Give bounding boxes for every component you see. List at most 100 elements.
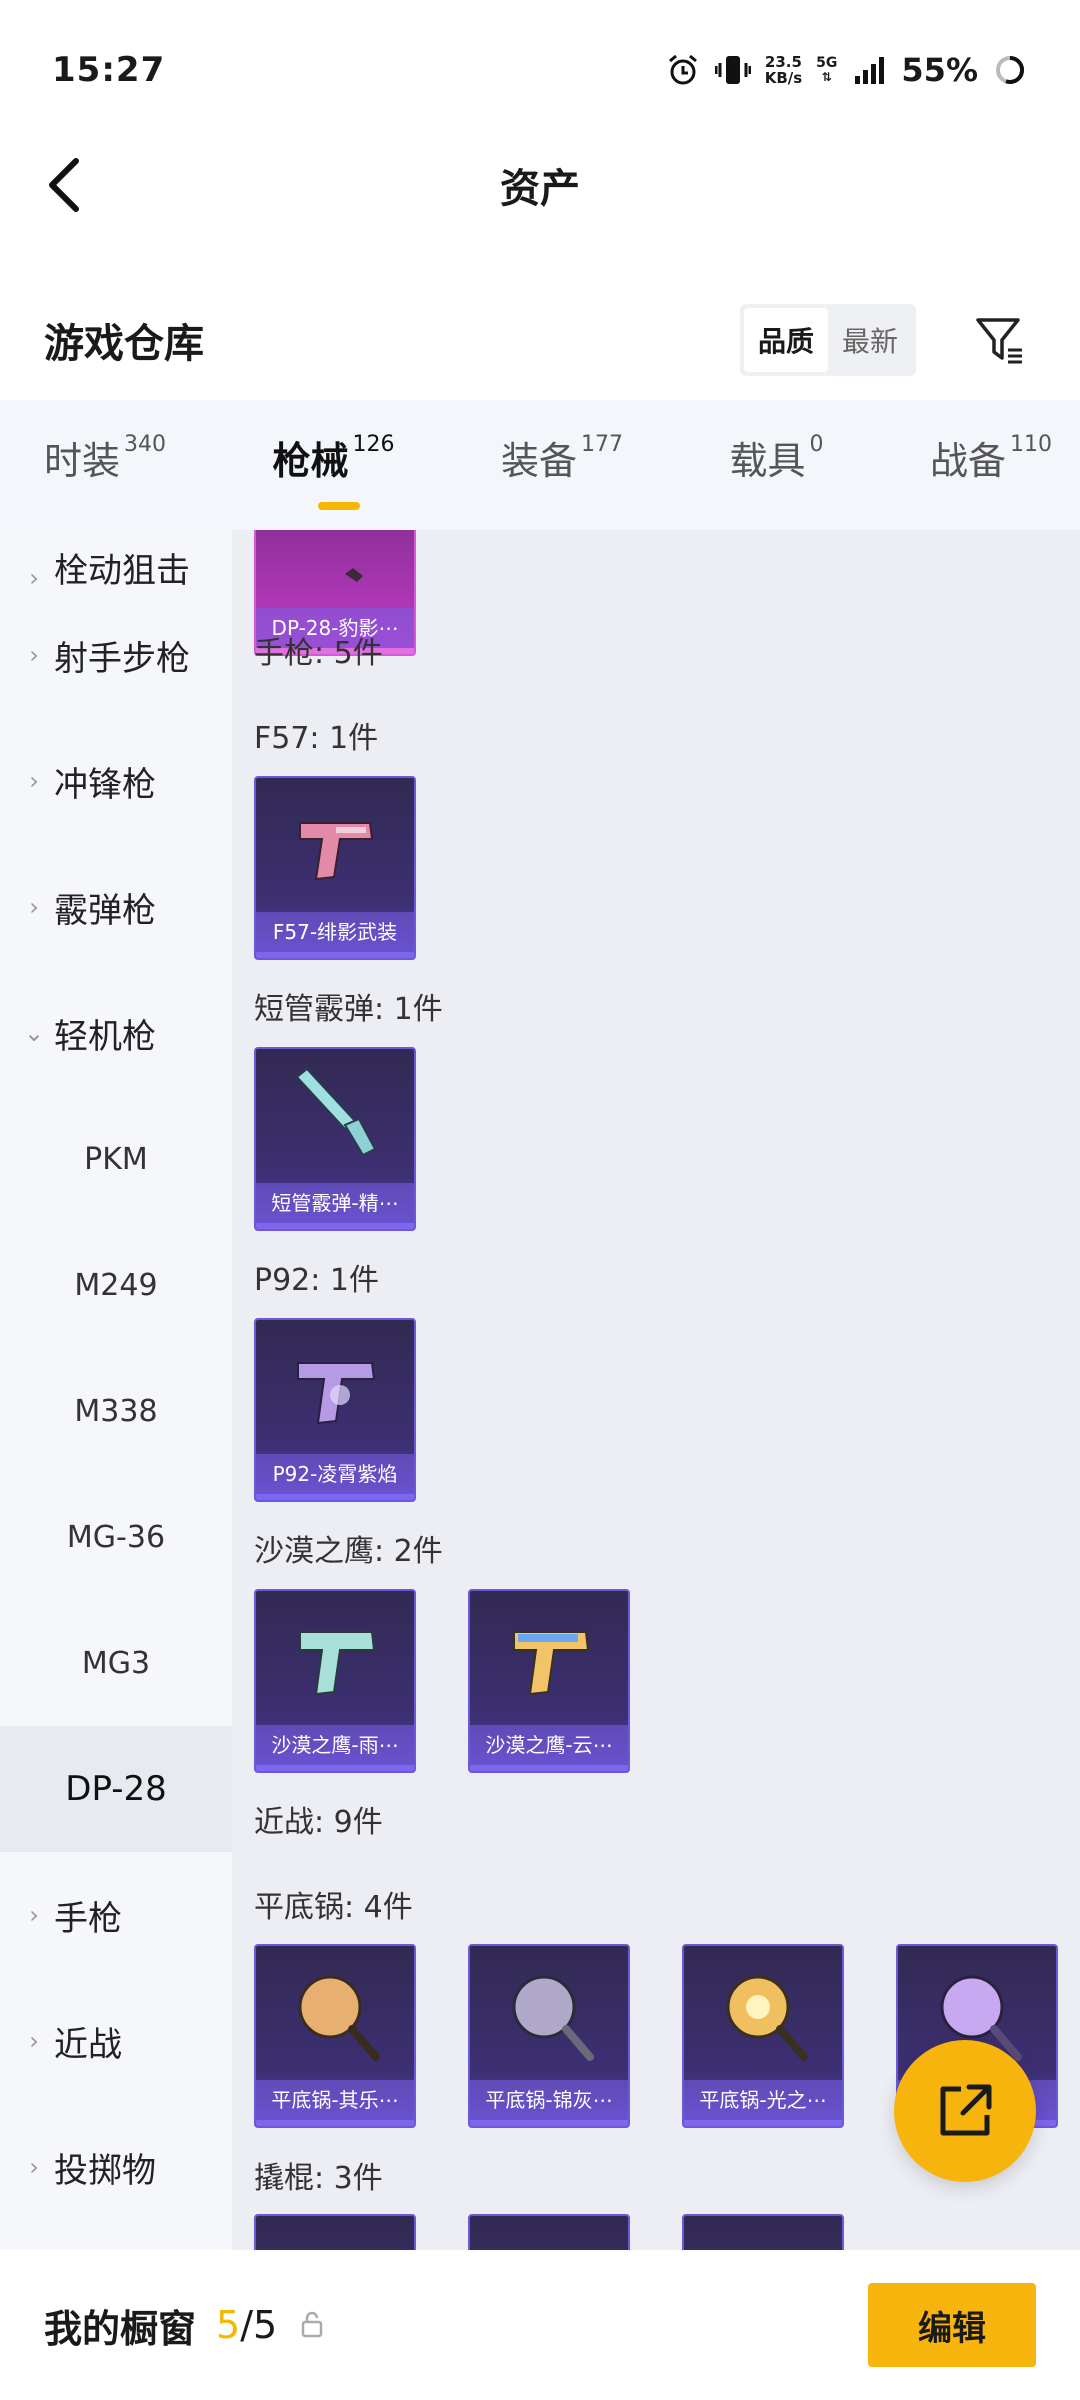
tab-label: 战备 <box>929 439 1006 483</box>
pistol-icon <box>513 1631 590 1696</box>
tab-label: 枪械 <box>272 439 349 483</box>
sort-quality-button[interactable]: 品质 <box>743 308 828 372</box>
sidebar-item-bolt-sniper[interactable]: › 栓动狙击 <box>0 530 232 592</box>
sidebar-sub-m338[interactable]: M338 <box>0 1348 232 1474</box>
active-tab-indicator <box>318 502 361 510</box>
sidebar-item-throwables[interactable]: › 投掷物 <box>0 2104 232 2230</box>
net-speed: 23.5 KB/s <box>765 54 802 86</box>
page-title: 资产 <box>500 166 580 212</box>
tab-supplies[interactable]: 战备 110 <box>930 430 1052 500</box>
showcase-bar: 我的橱窗 5/5 编辑 <box>0 2250 1080 2400</box>
filter-button[interactable] <box>964 304 1036 376</box>
chevron-right-icon: › <box>29 893 39 921</box>
item-card-crowbar-2[interactable] <box>468 2214 630 2250</box>
item-art <box>256 1591 414 1731</box>
item-name: P92-凌霄紫焰 <box>256 1454 414 1494</box>
item-art <box>256 1946 414 2086</box>
rarity-bar <box>256 2120 414 2126</box>
sidebar-sub-dp28[interactable]: DP-28 <box>0 1726 232 1852</box>
back-arrow-icon <box>49 158 79 212</box>
sidebar-sub-mg3[interactable]: MG3 <box>0 1600 232 1726</box>
item-art <box>470 1591 628 1731</box>
item-name: 平底锅-锦灰⋯ <box>470 2080 628 2120</box>
tab-fashion[interactable]: 时装 340 <box>44 430 166 500</box>
net-speed-value: 23.5 <box>764 53 802 71</box>
sidebar-item-shotgun[interactable]: › 霰弹枪 <box>0 844 232 970</box>
item-name: F57-绯影武装 <box>256 912 414 952</box>
pan-icon <box>298 1975 380 2061</box>
lmg-icon <box>345 568 363 582</box>
item-card-short-shotgun[interactable]: 短管霰弹-精⋯ <box>254 1047 416 1231</box>
tab-label: 时装 <box>44 439 121 483</box>
sidebar-item-melee[interactable]: › 近战 <box>0 1978 232 2104</box>
rarity-bar <box>470 1765 628 1771</box>
item-card-deagle-2[interactable]: 沙漠之鹰-云⋯ <box>468 1589 630 1773</box>
item-art <box>470 1946 628 2086</box>
net-speed-unit: KB/s <box>764 69 803 87</box>
edit-button[interactable]: 编辑 <box>868 2283 1036 2367</box>
item-name: 沙漠之鹰-雨⋯ <box>256 1725 414 1765</box>
tab-guns[interactable]: 枪械 126 <box>272 430 395 510</box>
sidebar-item-label: 射手步枪 <box>54 638 190 679</box>
item-card-pan-1[interactable]: 平底锅-其乐⋯ <box>254 1944 416 2128</box>
network-type: 5G ⇅ <box>816 56 837 84</box>
sidebar-sub-mg36[interactable]: MG-36 <box>0 1474 232 1600</box>
tab-vehicles[interactable]: 载具 0 <box>729 430 823 500</box>
signal-icon <box>851 52 887 88</box>
item-card-pan-2[interactable]: 平底锅-锦灰⋯ <box>468 1944 630 2128</box>
sidebar-item-lmg[interactable]: ⌄ 轻机枪 <box>0 970 232 1096</box>
tab-equipment[interactable]: 装备 177 <box>501 430 623 500</box>
pan-icon <box>512 1975 594 2061</box>
back-button[interactable] <box>34 152 94 218</box>
sort-newest-button[interactable]: 最新 <box>828 308 912 372</box>
item-name: 平底锅-光之⋯ <box>684 2080 842 2120</box>
item-card-crowbar-3[interactable] <box>682 2214 844 2250</box>
item-name: 平底锅-其乐⋯ <box>256 2080 414 2120</box>
sidebar-item-label: 霰弹枪 <box>54 890 156 931</box>
sidebar-item-marksman-rifle[interactable]: › 射手步枪 <box>0 592 232 718</box>
rarity-bar <box>470 2120 628 2126</box>
sidebar-sub-m249[interactable]: M249 <box>0 1222 232 1348</box>
showcase-count: 5/5 <box>216 2303 277 2347</box>
item-grid: DP-28-豹影⋯ 手枪: 5件 F57: 1件 F57-绯影武装 短管霰弹: … <box>232 530 1080 2250</box>
rarity-bar <box>684 2120 842 2126</box>
lock-icon <box>299 2310 327 2340</box>
sidebar-item-label: 栓动狙击 <box>54 551 190 591</box>
sidebar-item-label: 近战 <box>54 2024 122 2065</box>
share-fab-button[interactable] <box>894 2040 1036 2182</box>
section-short-shotgun: 短管霰弹: 1件 <box>254 992 443 1027</box>
sidebar-item-label: 冲锋枪 <box>54 764 156 805</box>
sidebar-item-label: 轻机枪 <box>54 1016 156 1057</box>
item-art <box>256 1049 414 1189</box>
sidebar-item-label: 手枪 <box>54 1898 122 1939</box>
category-tabs: 时装 340 枪械 126 装备 177 载具 0 战备 110 <box>0 400 1080 530</box>
warehouse-title: 游戏仓库 <box>44 321 204 367</box>
sidebar-sub-pkm[interactable]: PKM <box>0 1096 232 1222</box>
warehouse-header: 游戏仓库 品质 最新 <box>0 290 1080 390</box>
pan-icon <box>726 1975 808 2061</box>
item-card-pan-3[interactable]: 平底锅-光之⋯ <box>682 1944 844 2128</box>
rarity-bar <box>256 952 414 958</box>
rarity-bar <box>256 1765 414 1771</box>
chevron-right-icon: › <box>29 2027 39 2055</box>
chevron-down-icon: ⌄ <box>23 1019 45 1047</box>
status-bar: 15:27 23.5 KB/s 5G ⇅ 55% <box>0 0 1080 140</box>
item-art <box>256 1320 414 1460</box>
chevron-right-icon: › <box>29 641 39 669</box>
item-card-p92[interactable]: P92-凌霄紫焰 <box>254 1318 416 1502</box>
showcase-current: 5 <box>216 2303 241 2347</box>
rarity-bar <box>256 1223 414 1229</box>
tab-count: 340 <box>124 432 167 457</box>
item-art <box>684 1946 842 2086</box>
item-card-f57[interactable]: F57-绯影武装 <box>254 776 416 960</box>
sidebar-item-pistol[interactable]: › 手枪 <box>0 1852 232 1978</box>
item-card-deagle-1[interactable]: 沙漠之鹰-雨⋯ <box>254 1589 416 1773</box>
item-card-crowbar-1[interactable] <box>254 2214 416 2250</box>
sidebar-item-smg[interactable]: › 冲锋枪 <box>0 718 232 844</box>
chevron-right-icon: › <box>29 564 39 592</box>
chevron-right-icon: › <box>29 767 39 795</box>
chevron-right-icon: › <box>29 1901 39 1929</box>
sidebar-item-label: 投掷物 <box>54 2150 156 2191</box>
tab-label: 装备 <box>500 439 577 483</box>
item-art <box>256 778 414 918</box>
